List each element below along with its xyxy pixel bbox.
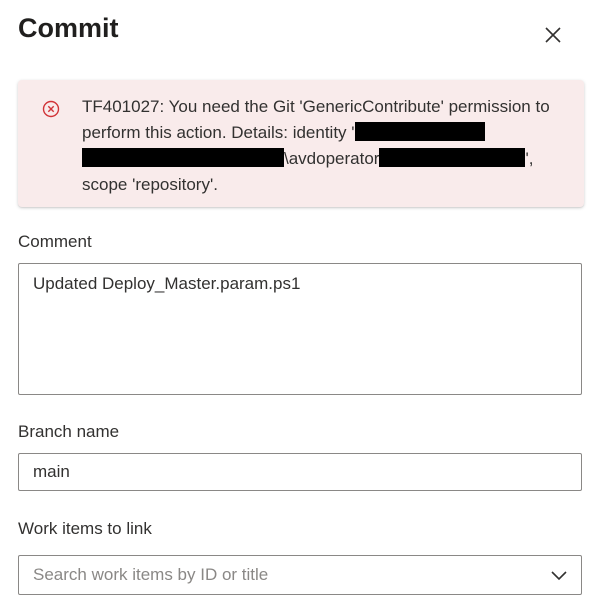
error-circle-icon xyxy=(42,100,60,118)
close-icon xyxy=(545,27,561,43)
error-text-identity-account: \avdoperator xyxy=(284,149,380,168)
work-items-label: Work items to link xyxy=(18,519,152,538)
dialog-title: Commit xyxy=(18,13,119,43)
work-items-search-dropdown[interactable]: Search work items by ID or title xyxy=(18,555,582,595)
chevron-down-icon[interactable] xyxy=(551,568,567,582)
comment-value: Updated Deploy_Master.param.ps1 xyxy=(33,274,301,293)
error-message-text: TF401027: You need the Git 'GenericContr… xyxy=(82,94,562,198)
branch-name-value: main xyxy=(33,462,70,481)
branch-name-label: Branch name xyxy=(18,422,120,441)
error-text-scope: scope 'repository'. xyxy=(82,175,218,194)
redacted-identity-suffix xyxy=(379,148,526,167)
work-items-placeholder: Search work items by ID or title xyxy=(33,565,269,584)
error-message-bar: TF401027: You need the Git 'GenericContr… xyxy=(18,80,584,207)
redacted-identity-name xyxy=(354,122,485,141)
error-text-line2-end: ', xyxy=(525,149,534,168)
close-button[interactable] xyxy=(538,20,568,50)
redacted-identity-domain xyxy=(82,148,284,167)
comment-label: Comment xyxy=(18,232,92,251)
comment-textarea[interactable]: Updated Deploy_Master.param.ps1 xyxy=(18,263,582,395)
branch-name-input[interactable]: main xyxy=(18,453,582,491)
commit-dialog: Commit TF401027: You need the Git 'Gener… xyxy=(0,0,600,606)
